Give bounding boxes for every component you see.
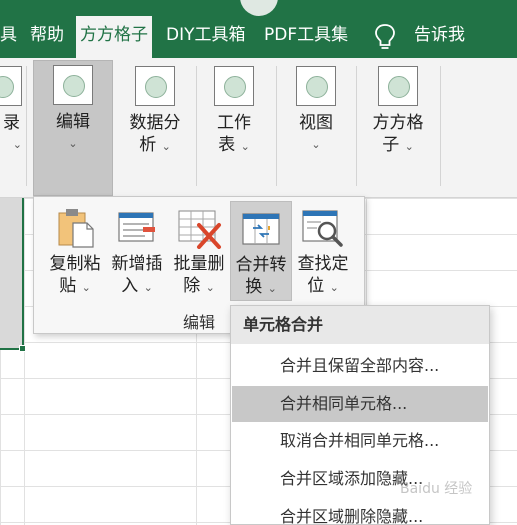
- placeholder-circle-icon: [378, 66, 418, 106]
- selected-cell-range[interactable]: [0, 198, 24, 350]
- chevron-down-icon: ⌄: [311, 138, 321, 151]
- ribbon-tab-bar: 具 帮助 方方格子 DIY工具箱 PDF工具集 告诉我: [0, 0, 517, 58]
- watermark: Baidu 经验: [400, 481, 473, 497]
- ribbon-button-worksheet[interactable]: 工作 表 ⌄: [204, 62, 264, 192]
- ribbon-separator: [26, 66, 27, 186]
- chevron-down-icon: ⌄: [240, 140, 250, 153]
- tab-fangfanggezi[interactable]: 方方格子: [76, 16, 152, 58]
- tab-partial[interactable]: 具: [0, 18, 17, 52]
- placeholder-circle-icon: [214, 66, 254, 106]
- chevron-down-icon: ⌄: [404, 140, 414, 153]
- menu-item-unmerge-same-cells[interactable]: 取消合并相同单元格...: [232, 423, 488, 459]
- ribbon-separator: [356, 66, 357, 186]
- copy-paste-button[interactable]: 复制粘 贴 ⌄: [44, 201, 106, 301]
- placeholder-circle-icon: [53, 65, 93, 105]
- chevron-down-icon: ⌄: [12, 138, 22, 151]
- grid-column-line: [24, 198, 25, 525]
- chevron-down-icon: ⌄: [81, 281, 91, 294]
- submenu-header: 单元格合并: [231, 306, 489, 344]
- title-bar-circle: [240, 0, 278, 16]
- fill-handle[interactable]: [19, 345, 26, 352]
- placeholder-circle-icon: [0, 66, 22, 106]
- delete-grid-icon: [178, 210, 221, 249]
- placeholder-circle-icon: [296, 66, 336, 106]
- ribbon-button-edit[interactable]: 编辑 ⌄: [33, 60, 113, 196]
- ribbon-button-fangfanggezi[interactable]: 方方格 子 ⌄: [364, 62, 432, 192]
- menu-item-merge-same-cells[interactable]: 合并相同单元格...: [232, 386, 488, 422]
- batch-delete-button[interactable]: 批量删 除 ⌄: [168, 201, 230, 301]
- merge-cells-icon: [242, 213, 280, 245]
- tab-pdf-tools[interactable]: PDF工具集: [264, 18, 348, 52]
- menu-item-merge-keep-all[interactable]: 合并且保留全部内容...: [232, 348, 488, 384]
- chevron-down-icon: ⌄: [329, 281, 339, 294]
- menu-item-merge-remove-hidden[interactable]: 合并区域删除隐藏...: [232, 499, 488, 525]
- placeholder-circle-icon: [135, 66, 175, 106]
- ribbon-separator: [196, 66, 197, 186]
- ribbon-button-view[interactable]: 视图 ⌄: [286, 62, 346, 192]
- merge-convert-button[interactable]: 合并转 换 ⌄: [230, 201, 292, 301]
- chevron-down-icon: ⌄: [205, 281, 215, 294]
- tab-tell-me[interactable]: 告诉我: [414, 18, 465, 52]
- chevron-down-icon: ⌄: [161, 140, 171, 153]
- ribbon-separator: [440, 66, 441, 186]
- chevron-down-icon: ⌄: [143, 281, 153, 294]
- clipboard-icon: [58, 209, 94, 248]
- chevron-down-icon: ⌄: [68, 137, 78, 150]
- ribbon-button-data-analysis[interactable]: 数据分 析 ⌄: [122, 62, 188, 192]
- ribbon-button-record[interactable]: 录 ⌄: [0, 62, 22, 192]
- magnifier-icon: [302, 210, 343, 247]
- tab-diy-toolbox[interactable]: DIY工具箱: [166, 18, 246, 52]
- chevron-down-icon: ⌄: [267, 282, 277, 295]
- lightbulb-icon[interactable]: [374, 22, 396, 52]
- ribbon: 录 ⌄ 编辑 ⌄ 数据分 析 ⌄ 工作 表 ⌄ 视图 ⌄ 方方格 子 ⌄: [0, 58, 517, 198]
- ribbon-separator: [276, 66, 277, 186]
- find-locate-button[interactable]: 查找定 位 ⌄: [292, 201, 354, 301]
- insert-new-button[interactable]: 新增插 入 ⌄: [106, 201, 168, 301]
- tab-help[interactable]: 帮助: [30, 18, 64, 52]
- insert-row-icon: [118, 212, 155, 242]
